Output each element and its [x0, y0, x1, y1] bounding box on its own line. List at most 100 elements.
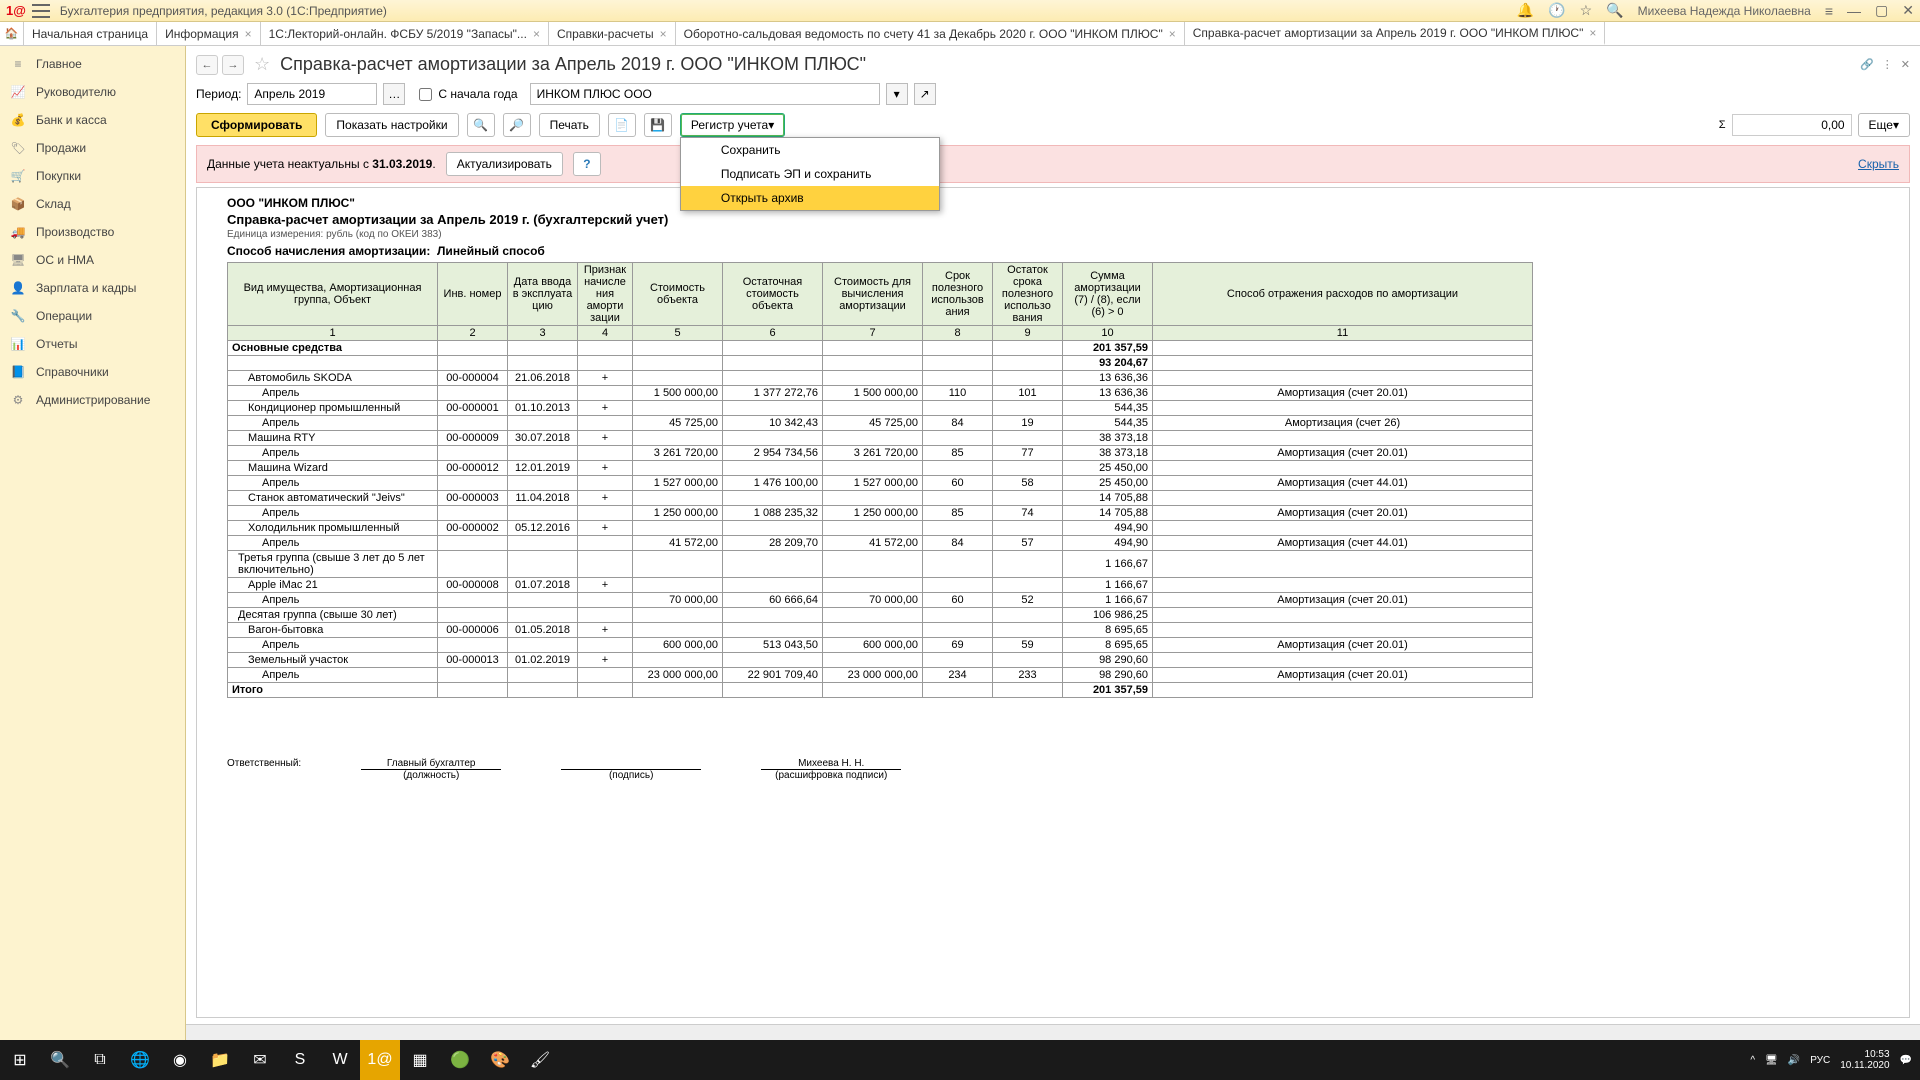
report-method: Способ начисления амортизации: Линейный … — [227, 244, 1879, 258]
bell-icon[interactable]: 🔔 — [1517, 2, 1534, 19]
report-area[interactable]: ООО "ИНКОМ ПЛЮС" Справка-расчет амортиза… — [196, 187, 1910, 1018]
sidebar-item-production[interactable]: 🚚Производство — [0, 218, 185, 246]
help-button[interactable]: ? — [573, 152, 601, 176]
history-icon[interactable]: 🕐 — [1548, 2, 1565, 19]
hide-link[interactable]: Скрыть — [1858, 157, 1899, 171]
actualize-button[interactable]: Актуализировать — [446, 152, 563, 176]
close-page-icon[interactable]: ✕ — [1901, 58, 1910, 71]
sidebar-item-manager[interactable]: 📈Руководителю — [0, 78, 185, 106]
sidebar-item-reports[interactable]: 📊Отчеты — [0, 330, 185, 358]
task-view-icon[interactable]: ⧉ — [80, 1040, 120, 1080]
close-icon[interactable]: ✕ — [1902, 2, 1914, 19]
back-button[interactable]: ← — [196, 55, 218, 75]
print-button[interactable]: Печать — [539, 113, 600, 137]
sidebar-item-purchases[interactable]: 🛒Покупки — [0, 162, 185, 190]
sidebar-item-salary[interactable]: 👤Зарплата и кадры — [0, 274, 185, 302]
sidebar-item-os[interactable]: 🖥ОС и НМА — [0, 246, 185, 274]
close-icon[interactable]: × — [245, 27, 252, 41]
menu-icon[interactable] — [32, 4, 50, 18]
tab-lectory[interactable]: 1С:Лекторий-онлайн. ФСБУ 5/2019 "Запасы"… — [261, 22, 549, 45]
tray-lang[interactable]: РУС — [1810, 1055, 1830, 1066]
menu-open-archive[interactable]: Открыть архив — [681, 186, 939, 210]
save-button[interactable]: 💾 — [644, 113, 672, 137]
register-button[interactable]: Регистр учета ▾ — [680, 113, 785, 137]
chart-icon: 📈 — [10, 85, 26, 99]
org-input[interactable] — [530, 83, 880, 105]
menu-sign-save[interactable]: Подписать ЭП и сохранить — [681, 162, 939, 186]
tab-osv[interactable]: Оборотно-сальдовая ведомость по счету 41… — [676, 22, 1185, 45]
skype-icon[interactable]: S — [280, 1040, 320, 1080]
link-icon[interactable]: 🔗 — [1860, 58, 1874, 71]
since-start-checkbox[interactable] — [419, 88, 432, 101]
sidebar-item-admin[interactable]: ⚙Администрирование — [0, 386, 185, 414]
app-logo: 1@ — [6, 3, 26, 18]
chrome-icon[interactable]: ◉ — [160, 1040, 200, 1080]
paint-icon[interactable]: 🎨 — [480, 1040, 520, 1080]
favorite-icon[interactable]: ☆ — [254, 54, 270, 75]
sidebar-item-bank[interactable]: 💰Банк и касса — [0, 106, 185, 134]
person-icon: 👤 — [10, 281, 26, 295]
app-title: Бухгалтерия предприятия, редакция 3.0 (1… — [60, 4, 1517, 18]
org-open-button[interactable]: ↗ — [914, 83, 936, 105]
app-icon[interactable]: ▦ — [400, 1040, 440, 1080]
sigma-icon: Σ — [1719, 119, 1726, 131]
home-icon[interactable]: 🏠 — [0, 22, 24, 45]
sum-field[interactable] — [1732, 114, 1852, 136]
maximize-icon[interactable]: ▢ — [1875, 2, 1888, 19]
tab-info[interactable]: Информация× — [157, 22, 261, 45]
tray-net-icon[interactable]: 🖥 — [1765, 1055, 1778, 1066]
sidebar-item-warehouse[interactable]: 📦Склад — [0, 190, 185, 218]
report-title: Справка-расчет амортизации за Апрель 201… — [227, 212, 1879, 227]
search-button[interactable]: 🔍 — [467, 113, 495, 137]
sidebar-item-refs[interactable]: 📘Справочники — [0, 358, 185, 386]
tab-amort[interactable]: Справка-расчет амортизации за Апрель 201… — [1185, 22, 1606, 45]
menu-icon: ≡ — [10, 57, 26, 71]
settings-icon[interactable]: ≡ — [1825, 3, 1833, 19]
menu-save[interactable]: Сохранить — [681, 138, 939, 162]
report-table: Вид имущества, Амортизационная группа, О… — [227, 262, 1533, 698]
org-dropdown-button[interactable]: ▾ — [886, 83, 908, 105]
show-settings-button[interactable]: Показать настройки — [325, 113, 458, 137]
star-icon[interactable]: ☆ — [1580, 2, 1593, 19]
search-icon[interactable]: 🔍 — [40, 1040, 80, 1080]
more-icon[interactable]: ⋮ — [1882, 58, 1893, 71]
monitor-icon: 🖥 — [10, 253, 26, 267]
sidebar-item-operations[interactable]: 🔧Операции — [0, 302, 185, 330]
close-icon[interactable]: × — [1589, 26, 1596, 40]
user-label[interactable]: Михеева Надежда Николаевна — [1638, 4, 1811, 18]
tab-spravki[interactable]: Справки-расчеты× — [549, 22, 676, 45]
taskbar: ⊞ 🔍 ⧉ 🌐 ◉ 📁 ✉ S W 1@ ▦ 🟢 🎨 🖌 ^ 🖥 🔊 РУС 1… — [0, 1040, 1920, 1080]
bars-icon: 📊 — [10, 337, 26, 351]
app2-icon[interactable]: 🟢 — [440, 1040, 480, 1080]
tab-home[interactable]: Начальная страница — [24, 22, 157, 45]
close-icon[interactable]: × — [660, 27, 667, 41]
period-picker-button[interactable]: … — [383, 83, 405, 105]
more-button[interactable]: Еще ▾ — [1858, 113, 1910, 137]
tray-up-icon[interactable]: ^ — [1750, 1055, 1755, 1066]
1c-icon[interactable]: 1@ — [360, 1040, 400, 1080]
preview-button[interactable]: 📄 — [608, 113, 636, 137]
minimize-icon[interactable]: — — [1847, 3, 1861, 19]
horizontal-scrollbar[interactable] — [186, 1024, 1920, 1040]
search-next-button[interactable]: 🔎 — [503, 113, 531, 137]
tray-notif-icon[interactable]: 💬 — [1900, 1055, 1912, 1066]
tray-sound-icon[interactable]: 🔊 — [1788, 1055, 1800, 1066]
explorer-icon[interactable]: 📁 — [200, 1040, 240, 1080]
windows-start-icon[interactable]: ⊞ — [0, 1040, 40, 1080]
form-button[interactable]: Сформировать — [196, 113, 317, 137]
tag-icon: 🏷 — [10, 141, 26, 155]
forward-button[interactable]: → — [222, 55, 244, 75]
report-org: ООО "ИНКОМ ПЛЮС" — [227, 196, 1879, 210]
tabs-bar: 🏠 Начальная страница Информация× 1С:Лект… — [0, 22, 1920, 46]
sidebar-item-sales[interactable]: 🏷Продажи — [0, 134, 185, 162]
close-icon[interactable]: × — [533, 27, 540, 41]
close-icon[interactable]: × — [1169, 27, 1176, 41]
outlook-icon[interactable]: ✉ — [240, 1040, 280, 1080]
responsible-label: Ответственный: — [227, 758, 301, 781]
word-icon[interactable]: W — [320, 1040, 360, 1080]
search-icon[interactable]: 🔍 — [1606, 2, 1623, 19]
ie-icon[interactable]: 🌐 — [120, 1040, 160, 1080]
sidebar-item-main[interactable]: ≡Главное — [0, 50, 185, 78]
app3-icon[interactable]: 🖌 — [520, 1040, 560, 1080]
period-input[interactable] — [247, 83, 377, 105]
